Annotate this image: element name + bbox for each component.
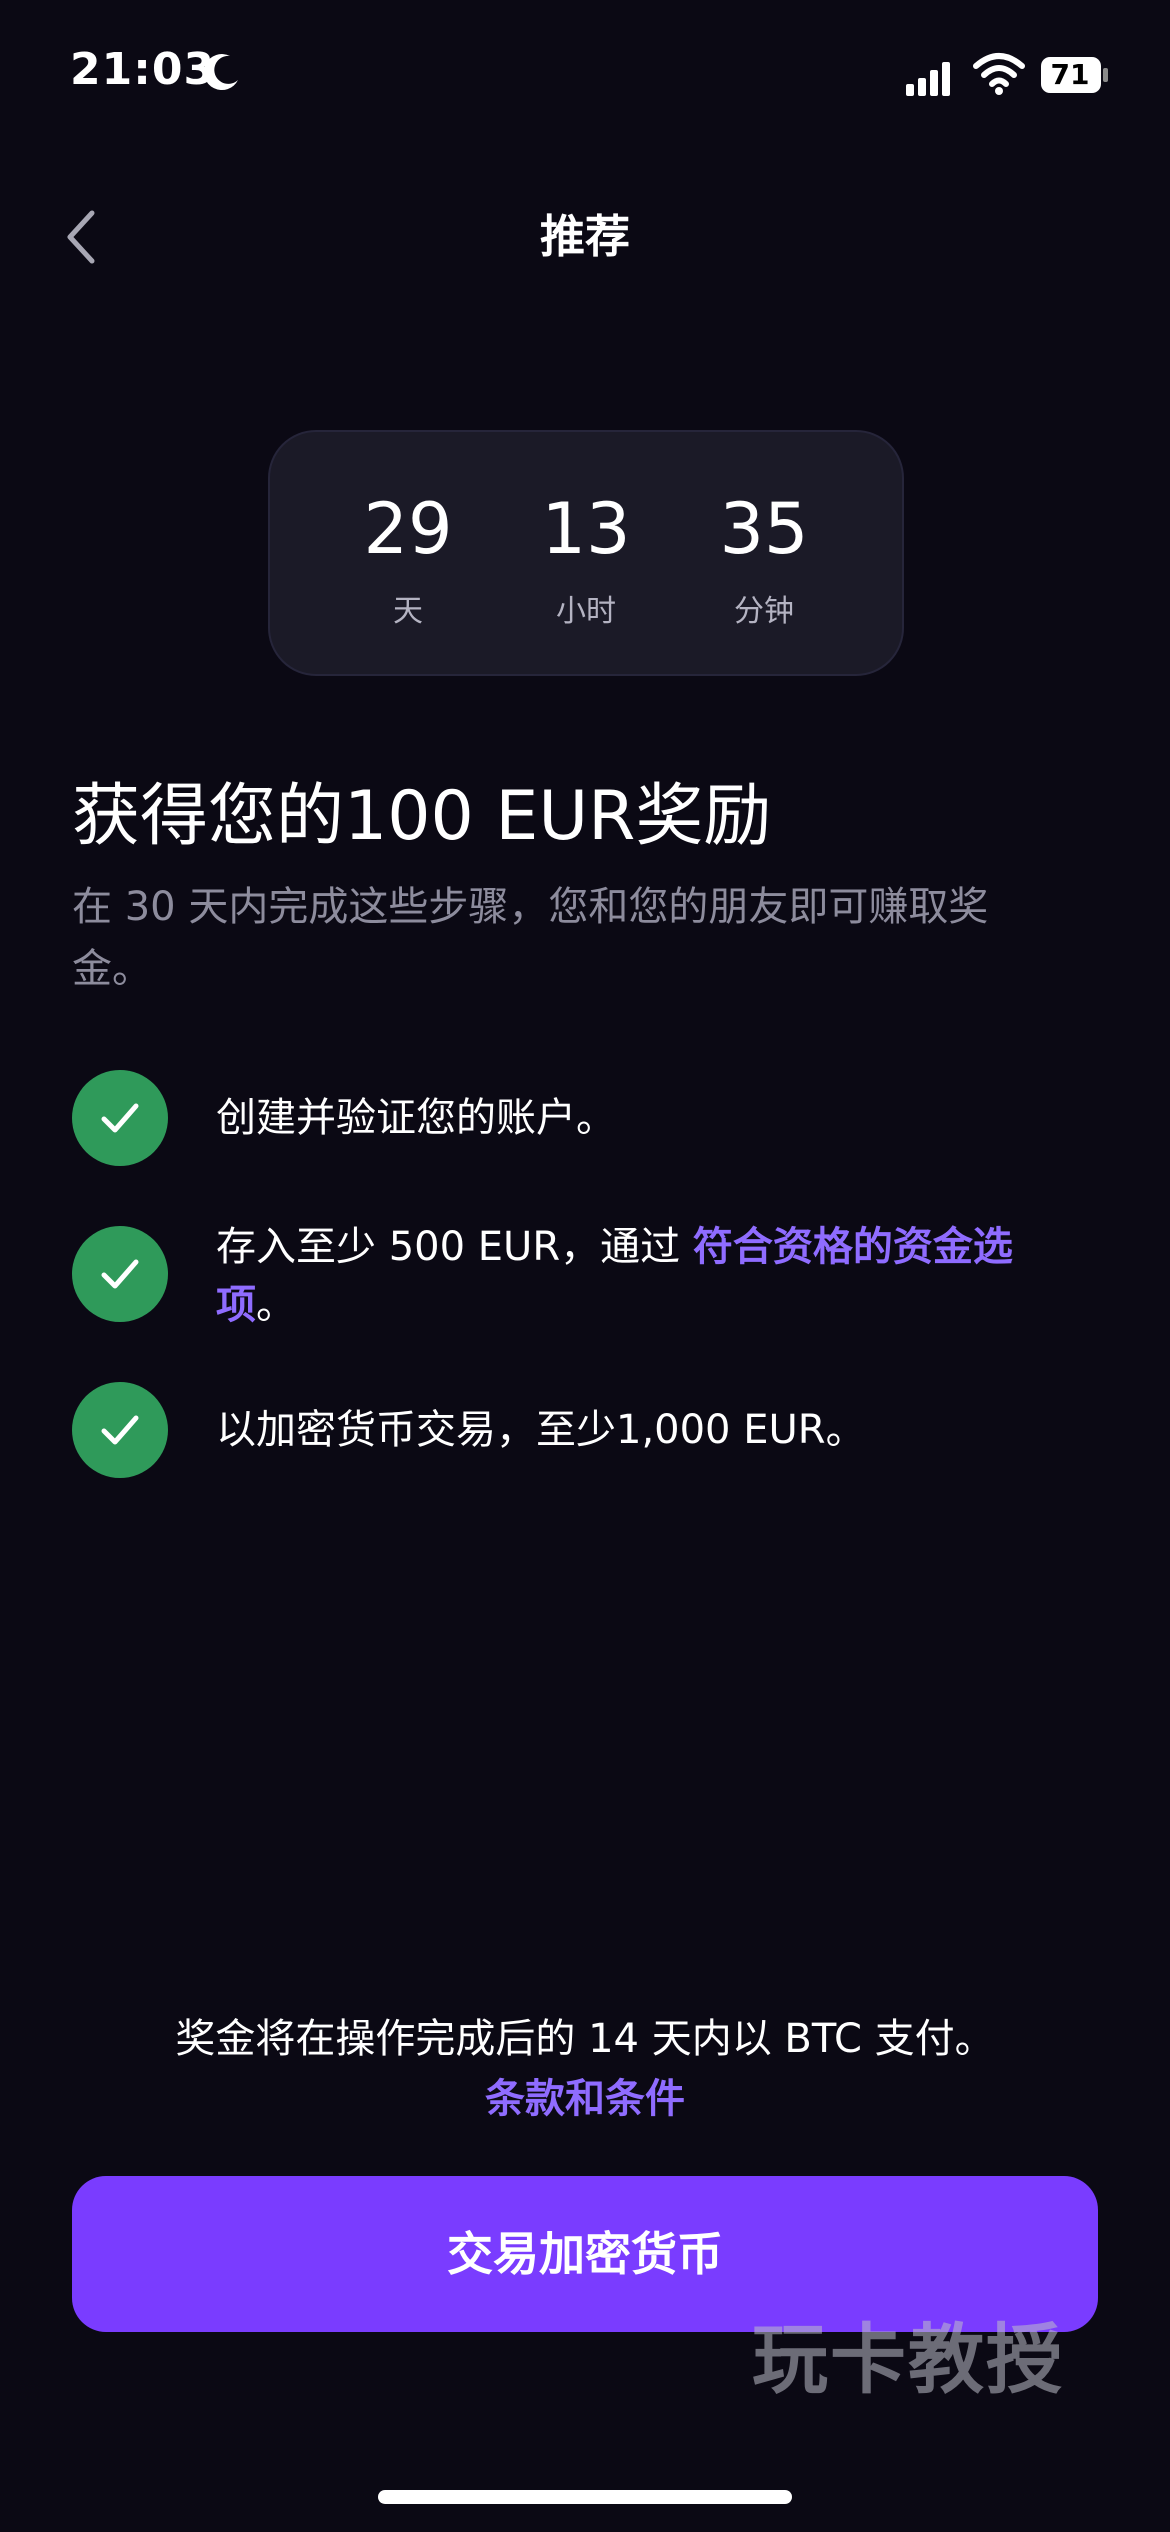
reward-headline: 获得您的100 EUR奖励 [72, 777, 772, 856]
check-icon [101, 1415, 139, 1445]
step-2-text: 存入至少 500 EUR，通过 符合资格的资金选项。 [216, 1218, 1046, 1334]
home-indicator [378, 2490, 792, 2504]
countdown-hours-unit: 小时 [556, 594, 616, 629]
wifi-icon [972, 50, 1026, 96]
step-2-check [72, 1226, 168, 1322]
step-2-text-before: 存入至少 500 EUR，通过 [216, 1224, 693, 1270]
countdown-minutes: 35 分钟 [684, 488, 844, 630]
watermark: 玩卡教授 [752, 2315, 1064, 2404]
step-1-check [72, 1070, 168, 1166]
check-icon [101, 1103, 139, 1133]
countdown-days-value: 29 [363, 488, 453, 570]
countdown-minutes-unit: 分钟 [734, 594, 794, 629]
countdown-hours-value: 13 [541, 488, 631, 570]
status-time: 21:03 [70, 44, 216, 95]
countdown-hours: 13 小时 [506, 488, 666, 630]
moon-icon [200, 50, 244, 94]
step-2-text-after: 。 [256, 1282, 296, 1328]
step-3-check [72, 1382, 168, 1478]
check-icon [101, 1259, 139, 1289]
payout-note: 奖金将在操作完成后的 14 天内以 BTC 支付。 [175, 2016, 995, 2062]
countdown-minutes-value: 35 [719, 488, 809, 570]
countdown-timer: 29 天 13 小时 35 分钟 [268, 430, 904, 676]
step-1-text: 创建并验证您的账户。 [216, 1095, 616, 1141]
reward-subtitle: 在 30 天内完成这些步骤，您和您的朋友即可赚取奖金。 [72, 884, 989, 992]
countdown-days-unit: 天 [393, 594, 423, 629]
countdown-days: 29 天 [328, 488, 488, 630]
battery-icon: 71 [1040, 56, 1110, 94]
step-3-text: 以加密货币交易，至少1,000 EUR。 [216, 1407, 866, 1453]
battery-level: 71 [1050, 58, 1090, 91]
terms-link[interactable]: 条款和条件 [0, 2068, 1170, 2130]
cellular-signal-icon [904, 58, 954, 98]
page-title: 推荐 [539, 210, 630, 263]
